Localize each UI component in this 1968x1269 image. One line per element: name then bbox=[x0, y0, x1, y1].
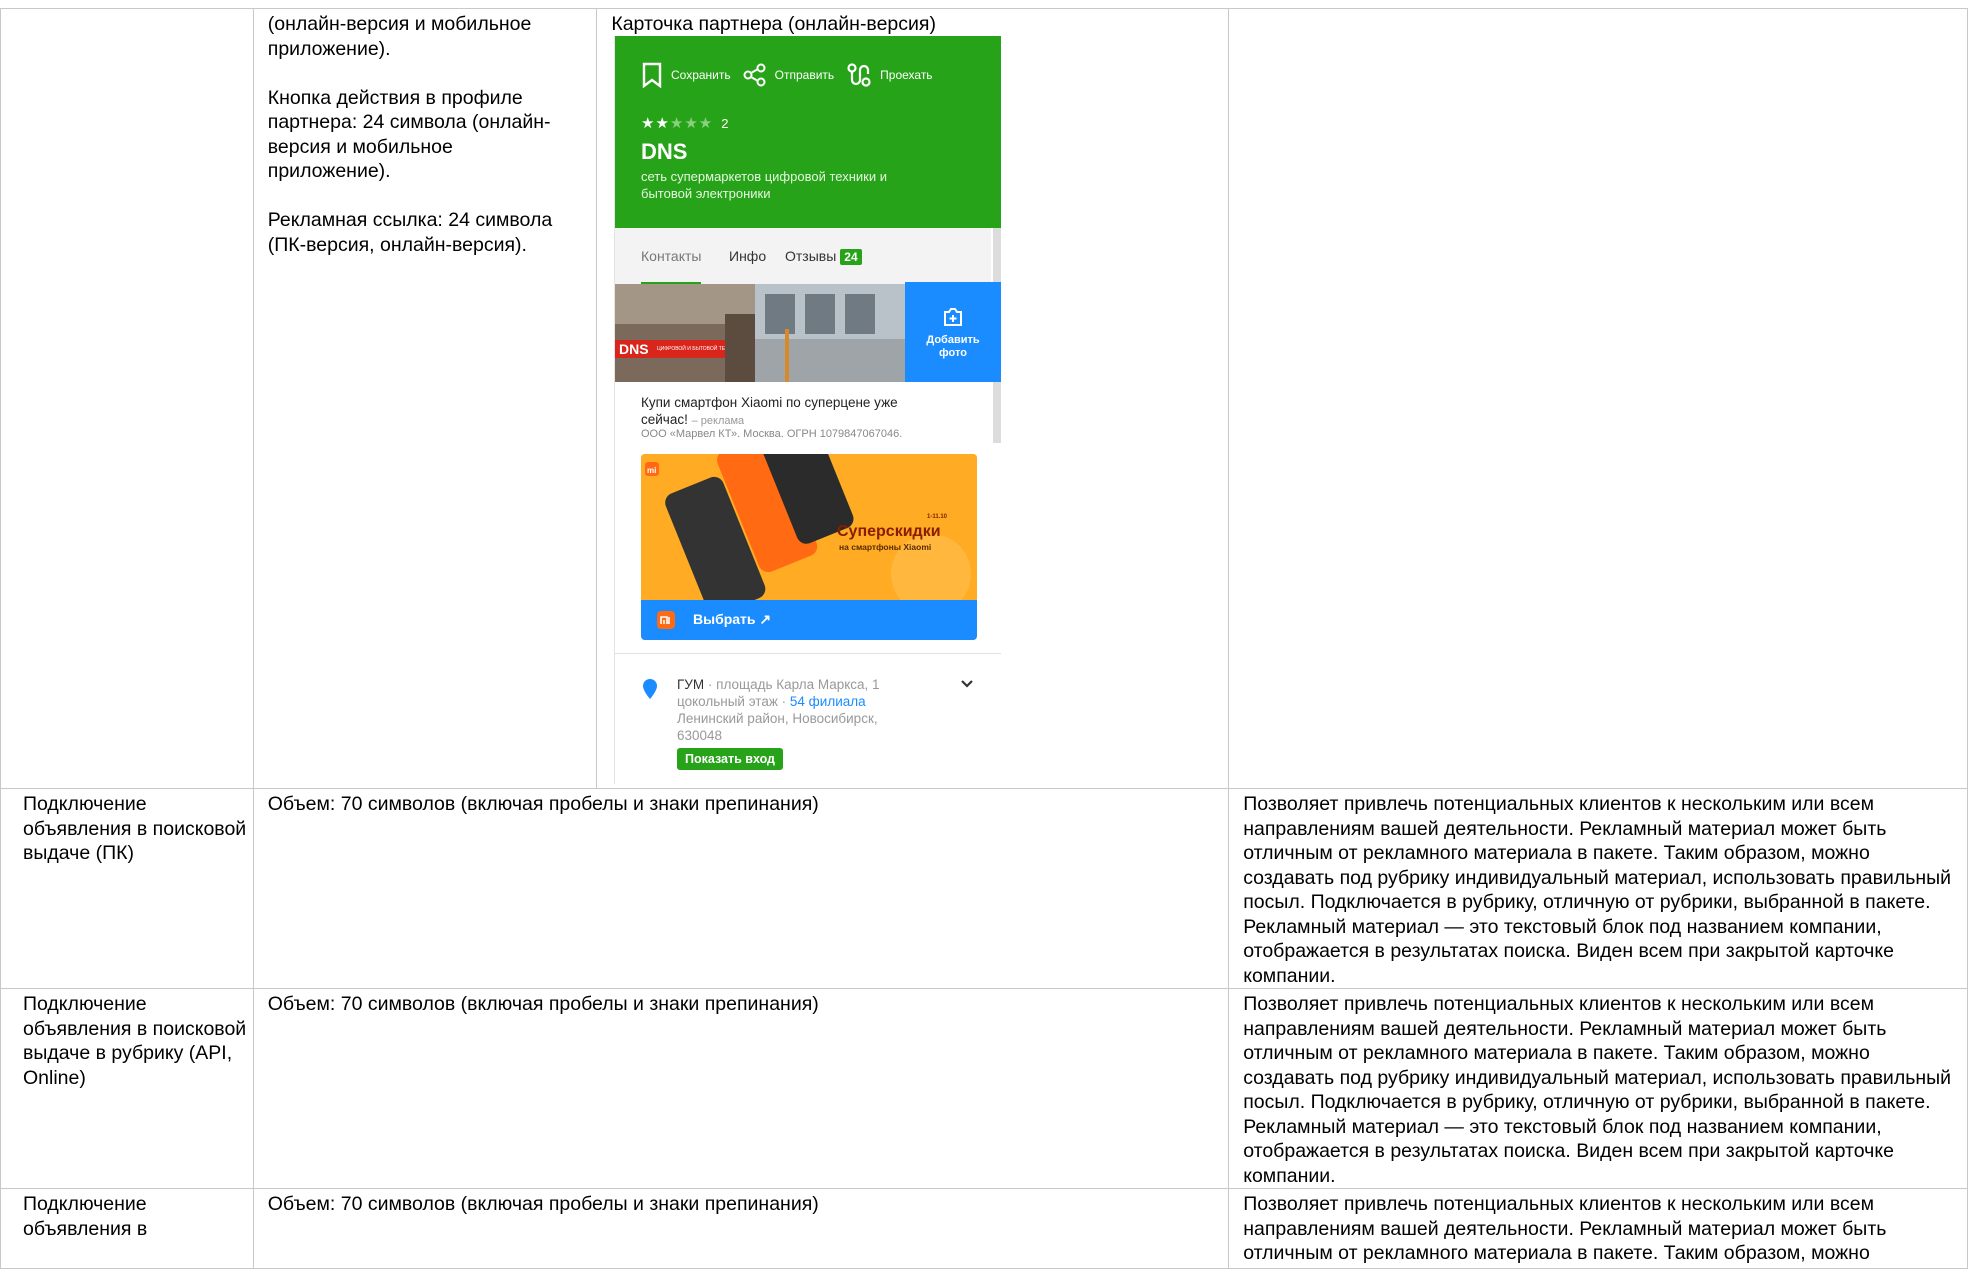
divider bbox=[615, 653, 1001, 654]
service-name: Подключение объявления в поисковой выдач… bbox=[0, 788, 254, 989]
ad-title[interactable]: Купи смартфон Xiaomi по суперцене уже се… bbox=[641, 394, 941, 430]
show-entrance-button[interactable]: Показать вход bbox=[677, 748, 783, 770]
card-tabs: Контакты Инфо Отзывы 24 bbox=[615, 228, 991, 284]
ad-title-text: Купи смартфон Xiaomi по суперцене уже се… bbox=[641, 395, 898, 427]
service-volume: Объем: 70 символов (включая пробелы и зн… bbox=[252, 1188, 1230, 1269]
mi-logo: mi bbox=[647, 466, 656, 475]
choose-button[interactable]: Выбрать ↗ bbox=[641, 600, 977, 640]
stars-filled: ★★ bbox=[641, 115, 670, 132]
share-label: Отправить bbox=[774, 68, 835, 82]
rating: ★★★★★ 2 bbox=[641, 114, 729, 132]
card-actions: Сохранить Отправить Проехать bbox=[641, 62, 945, 88]
text-line: приложение). bbox=[267, 37, 391, 60]
service-volume: Объем: 70 символов (включая пробелы и зн… bbox=[252, 988, 1230, 1189]
text-line: Рекламная ссылка: 24 символа bbox=[267, 209, 553, 231]
company-subtitle: сеть супермаркетов цифровой техники и бы… bbox=[641, 169, 887, 201]
save-action[interactable]: Сохранить bbox=[641, 62, 731, 88]
service-description: Позволяет привлечь потенциальных клиенто… bbox=[1228, 1188, 1968, 1269]
cell-limits: (онлайн-версия и мобильное приложение). … bbox=[252, 8, 598, 789]
table-row: Подключение объявления в поисковой выдач… bbox=[0, 788, 1968, 989]
service-description: Позволяет привлечь потенциальных клиенто… bbox=[1228, 988, 1968, 1189]
storefront-image: DNS ЦИФРОВОЙ И БЫТОВОЙ ТЕХНИКИ bbox=[615, 284, 905, 382]
address-district: Ленинский район, Новосибирск, 630048 bbox=[677, 711, 878, 743]
route-action[interactable]: Проехать bbox=[846, 62, 933, 88]
ad-organization: ООО «Марвел КТ». Москва. ОГРН 1079847067… bbox=[641, 428, 903, 440]
text-line: партнера: 24 символа (онлайн- bbox=[267, 111, 551, 133]
chevron-down-icon[interactable] bbox=[959, 676, 975, 692]
location-pin-icon bbox=[643, 679, 657, 699]
route-icon bbox=[847, 63, 871, 87]
service-name: Подключение объявления в bbox=[0, 1188, 254, 1269]
text-line: Кнопка действия в профиле bbox=[267, 86, 523, 109]
banner-sale-subtitle: на смартфоны Xiaomi bbox=[839, 542, 931, 552]
address-block: ГУМ · площадь Карла Маркса, 1 цокольный … bbox=[677, 676, 917, 744]
store-photo[interactable]: DNS ЦИФРОВОЙ И БЫТОВОЙ ТЕХНИКИ bbox=[615, 284, 905, 382]
tab-info[interactable]: Инфо bbox=[729, 248, 766, 264]
text-line: (ПК-версия, онлайн-версия). bbox=[267, 233, 527, 256]
tab-reviews[interactable]: Отзывы 24 bbox=[785, 248, 862, 265]
reviews-count-badge: 24 bbox=[840, 249, 862, 265]
text-line: (онлайн-версия и мобильное bbox=[267, 13, 532, 35]
add-photo-icon bbox=[944, 308, 962, 326]
banner-badge: 1-11.10 bbox=[927, 514, 948, 520]
text-line: версия и мобильное bbox=[267, 135, 453, 158]
add-photo-button[interactable]: Добавить фото bbox=[905, 282, 1001, 382]
bookmark-icon bbox=[642, 62, 662, 88]
address-main: ГУМ bbox=[677, 677, 705, 692]
share-action[interactable]: Отправить bbox=[743, 63, 835, 87]
partner-card-mockup: Сохранить Отправить Проехать ★★★★★ 2 DNS … bbox=[614, 36, 1001, 784]
rating-count: 2 bbox=[721, 116, 730, 131]
add-photo-label: фото bbox=[939, 347, 967, 359]
ad-label: – реклама bbox=[691, 415, 745, 427]
cell-empty bbox=[0, 8, 254, 789]
company-title: DNS bbox=[641, 139, 688, 164]
save-label: Сохранить bbox=[671, 68, 731, 82]
route-label: Проехать bbox=[880, 68, 933, 82]
choose-label: Выбрать ↗ bbox=[693, 611, 772, 627]
cell-empty bbox=[1228, 8, 1968, 789]
text-line: приложение). bbox=[267, 160, 391, 182]
stars-empty: ★★★ bbox=[669, 115, 714, 132]
branches-link[interactable]: 54 филиала bbox=[790, 694, 866, 709]
ad-banner[interactable]: mi 1-11.10 Суперскидки на смартфоны Xiao… bbox=[641, 454, 977, 640]
store-sign-text: DNS bbox=[619, 341, 649, 357]
tab-reviews-label: Отзывы bbox=[785, 248, 837, 264]
service-name: Подключение объявления в поисковой выдач… bbox=[0, 988, 254, 1189]
example-caption: Карточка партнера (онлайн-версия) bbox=[611, 13, 936, 35]
add-photo-label: Добавить bbox=[926, 334, 980, 346]
mi-logo-icon bbox=[657, 611, 675, 629]
table-row: Подключение объявления в Объем: 70 симво… bbox=[0, 1188, 1968, 1269]
share-icon bbox=[743, 63, 766, 87]
tab-contacts[interactable]: Контакты bbox=[641, 248, 702, 284]
table-row: Подключение объявления в поисковой выдач… bbox=[0, 988, 1968, 1189]
card-header: Сохранить Отправить Проехать ★★★★★ 2 DNS … bbox=[615, 36, 1001, 228]
service-description: Позволяет привлечь потенциальных клиенто… bbox=[1228, 788, 1968, 989]
banner-image: mi 1-11.10 Суперскидки на смартфоны Xiao… bbox=[641, 454, 977, 615]
service-volume: Объем: 70 символов (включая пробелы и зн… bbox=[252, 788, 1230, 989]
banner-sale-title: Суперскидки bbox=[837, 523, 941, 540]
